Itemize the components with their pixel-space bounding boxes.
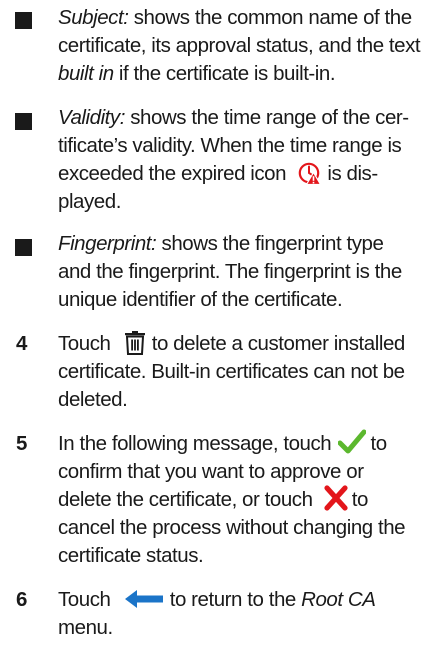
step-6-text-1a: Touch (58, 588, 111, 611)
bullet-validity-line-3: exceeded the expired icon is dis- (58, 160, 378, 188)
step-4-line-1: Touch to delete a customer installed (58, 330, 405, 358)
bullet-subject-line-3: built in if the certificate is built-in. (58, 60, 336, 88)
bullet-square (15, 239, 32, 256)
bullet-fingerprint-label: Fingerprint: (58, 232, 157, 255)
bullet-fingerprint-line-3: unique identifier of the certificate. (58, 288, 343, 311)
checkmark-icon (337, 429, 367, 455)
step-number-5: 5 (16, 432, 28, 455)
bullet-subject-line-2: certificate, its approval status, and th… (58, 34, 421, 57)
step-4-text-1a: Touch (58, 332, 111, 355)
cancel-x-icon (324, 484, 348, 511)
bullet-validity-line-4: played. (58, 190, 121, 213)
step-6-line-2: menu. (58, 616, 113, 639)
step-5-text-3b: to (351, 488, 369, 511)
built-in-term: built in (58, 62, 114, 85)
step-5-line-4: cancel the process without changing the (58, 516, 406, 539)
back-arrow-icon (124, 589, 164, 609)
step-5-line-3: delete the certificate, or touch to (58, 484, 369, 514)
root-ca-menu-name: Root CA (301, 588, 376, 611)
bullet-validity-text-3b: is dis- (327, 162, 378, 185)
bullet-fingerprint-line-2: and the fingerprint. The fingerprint is … (58, 260, 402, 283)
trash-icon (124, 330, 146, 355)
bullet-subject-line-1: Subject: shows the common name of the (58, 4, 412, 32)
bullet-validity-text-1: shows the time range of the cer- (124, 106, 409, 129)
step-5-text-3a: delete the certificate, or touch (58, 488, 313, 511)
bullet-square (15, 113, 32, 130)
bullet-subject-text-3: if the certificate is built-in. (113, 62, 336, 85)
step-5-line-5: certificate status. (58, 544, 204, 567)
bullet-square (15, 12, 32, 29)
step-5-text-1b: to (370, 432, 387, 455)
bullet-validity-line-1: Validity: shows the time range of the ce… (58, 104, 409, 132)
step-5-line-1: In the following message, touch to (58, 429, 387, 458)
step-4-line-3: deleted. (58, 388, 128, 411)
step-4-text-1b: to delete a customer installed (151, 332, 406, 355)
bullet-validity-label: Validity: (58, 106, 125, 129)
bullet-subject-text-1: shows the common name of the (128, 6, 412, 29)
bullet-subject-label: Subject: (58, 6, 129, 29)
step-4-line-2: certificate. Built-in certificates can n… (58, 360, 405, 383)
bullet-validity-line-2: tificate’s validity. When the time range… (58, 134, 402, 157)
step-5-line-2: confirm that you want to approve or (58, 460, 364, 483)
document-page: Subject: shows the common name of the ce… (0, 0, 444, 647)
step-number-6: 6 (16, 588, 28, 611)
expired-certificate-icon (297, 161, 322, 185)
step-6-line-1: Touch to return to the Root CA (58, 586, 376, 614)
bullet-validity-text-3a: exceeded the expired icon (58, 162, 287, 185)
bullet-fingerprint-text-1: shows the fingerprint type (156, 232, 384, 255)
step-5-text-1a: In the following message, touch (58, 432, 332, 455)
step-number-4: 4 (16, 332, 28, 355)
step-6-text-1b: to return to the (169, 588, 297, 611)
bullet-fingerprint-line-1: Fingerprint: shows the fingerprint type (58, 230, 384, 258)
